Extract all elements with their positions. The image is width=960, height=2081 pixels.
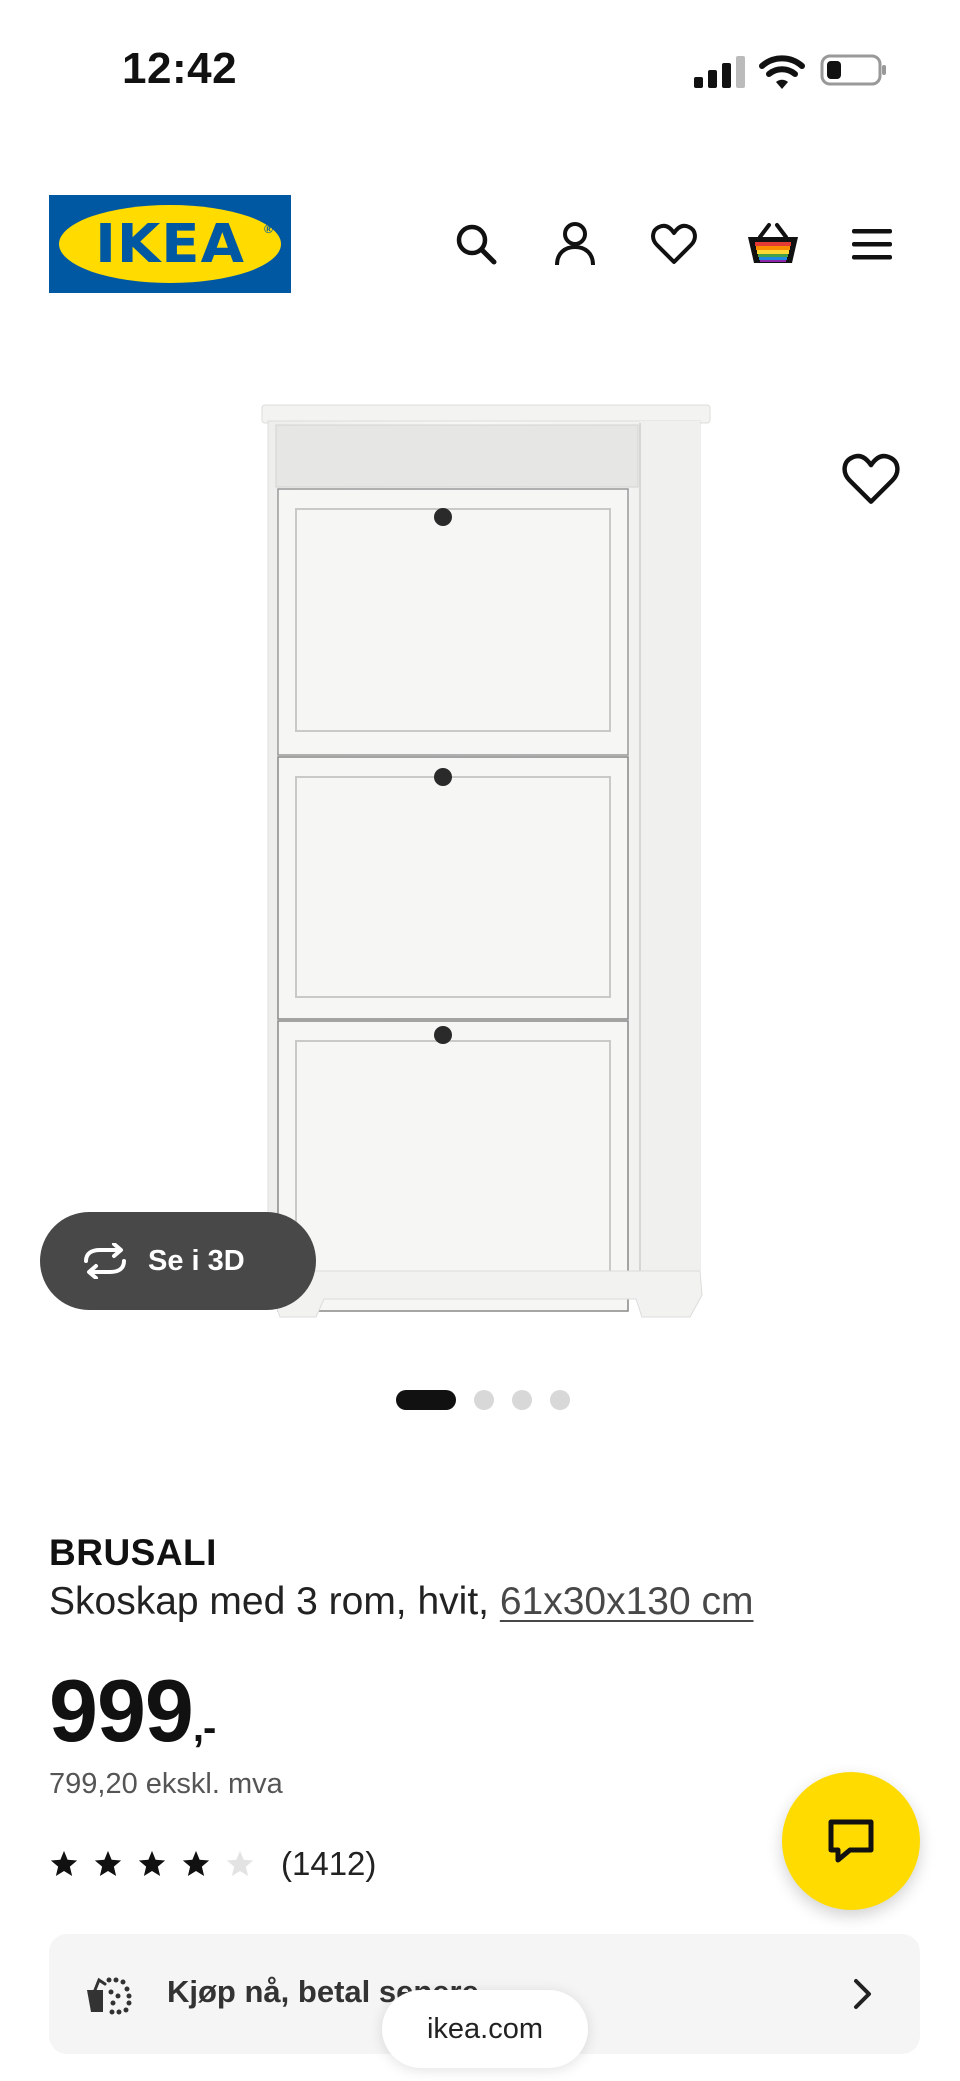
- pagination-dot[interactable]: [550, 1390, 570, 1410]
- star-icon: [138, 1850, 166, 1876]
- account-button[interactable]: [545, 214, 605, 274]
- menu-button[interactable]: [842, 214, 902, 274]
- battery-icon: [820, 52, 888, 88]
- heart-icon: [842, 453, 900, 504]
- product-wishlist-button[interactable]: [842, 450, 900, 508]
- view-3d-label: Se i 3D: [148, 1244, 245, 1277]
- account-icon: [555, 222, 595, 266]
- pagination-dot[interactable]: [512, 1390, 532, 1410]
- search-button[interactable]: [446, 214, 506, 274]
- price-excl-vat: 799,20 ekskl. mva: [49, 1768, 283, 1800]
- heart-icon: [651, 223, 697, 264]
- chevron-right-icon: [854, 1979, 871, 2009]
- logo-registered-mark: ®: [264, 222, 273, 236]
- status-time: 12:42: [122, 44, 238, 93]
- installment-icon: [87, 1977, 132, 2015]
- star-icon: [94, 1850, 122, 1876]
- product-rating[interactable]: (1412): [49, 1842, 376, 1886]
- product-price: 999,-: [49, 1660, 216, 1762]
- star-icon: [50, 1850, 78, 1876]
- chat-icon: [828, 1819, 874, 1863]
- menu-icon: [852, 229, 892, 260]
- wifi-icon: [758, 52, 806, 92]
- rotate-3d-icon: [84, 1243, 126, 1279]
- rating-count: (1412): [281, 1845, 377, 1882]
- product-description-text: Skoskap med 3 rom, hvit,: [49, 1580, 500, 1623]
- star-icon: [182, 1850, 210, 1876]
- ikea-logo[interactable]: IKEA ®: [49, 195, 291, 293]
- product-image[interactable]: [250, 395, 720, 1335]
- browser-url-bar[interactable]: ikea.com: [382, 1990, 588, 2068]
- wishlist-button[interactable]: [644, 214, 704, 274]
- pagination-dot[interactable]: [474, 1390, 494, 1410]
- cellular-signal-icon: [694, 56, 746, 88]
- search-icon: [456, 224, 497, 265]
- gallery-pagination: [396, 1390, 570, 1410]
- price-main: 999: [49, 1661, 194, 1760]
- chat-button[interactable]: [782, 1772, 920, 1910]
- logo-text: IKEA: [95, 213, 245, 275]
- basket-icon: [748, 223, 798, 263]
- star-empty-icon: [226, 1850, 254, 1876]
- product-dimensions-link[interactable]: 61x30x130 cm: [500, 1580, 754, 1623]
- price-suffix: ,-: [192, 1706, 216, 1750]
- view-3d-button[interactable]: Se i 3D: [40, 1212, 316, 1310]
- product-name: BRUSALI: [49, 1532, 217, 1573]
- product-description: Skoskap med 3 rom, hvit, 61x30x130 cm: [49, 1580, 754, 1624]
- url-text: ikea.com: [426, 2012, 544, 2045]
- pagination-dot-active[interactable]: [396, 1390, 456, 1410]
- shopping-basket-button[interactable]: [743, 214, 803, 274]
